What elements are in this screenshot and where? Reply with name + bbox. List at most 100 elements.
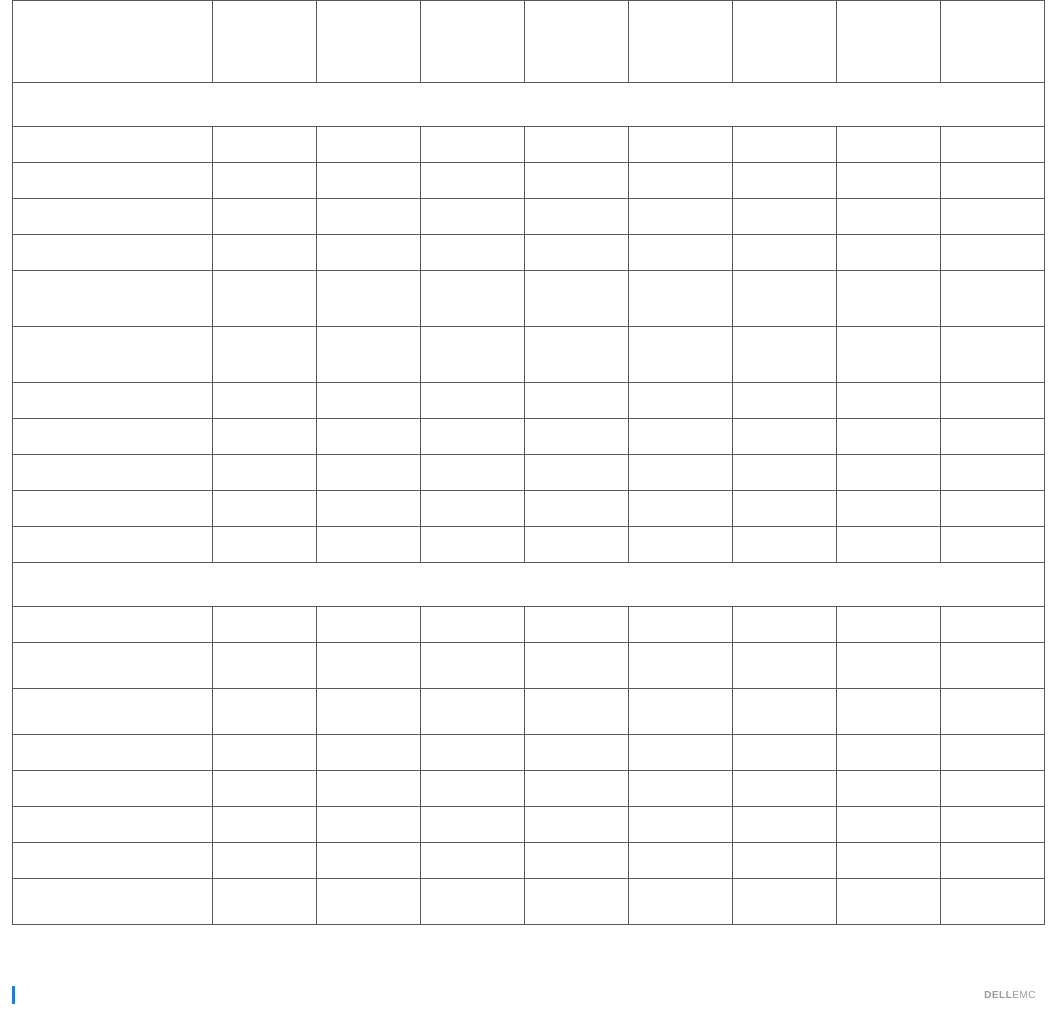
cell bbox=[629, 689, 733, 735]
row-label bbox=[13, 491, 213, 527]
row-label-text bbox=[13, 823, 212, 827]
cell bbox=[317, 527, 421, 563]
cell-text bbox=[941, 751, 1044, 755]
row-label-text bbox=[13, 623, 212, 627]
cell-text bbox=[733, 823, 836, 827]
cell bbox=[837, 843, 941, 879]
cell-text bbox=[941, 900, 1044, 904]
row-label-text bbox=[13, 507, 212, 511]
cell bbox=[837, 735, 941, 771]
cell bbox=[629, 807, 733, 843]
section-title-1-text bbox=[13, 583, 1044, 587]
header-cell-7-text bbox=[837, 40, 940, 44]
cell-text bbox=[733, 399, 836, 403]
cell-text bbox=[525, 664, 628, 668]
cell-text bbox=[733, 215, 836, 219]
cell bbox=[837, 643, 941, 689]
row-label bbox=[13, 879, 213, 925]
cell bbox=[733, 807, 837, 843]
cell bbox=[837, 807, 941, 843]
cell bbox=[733, 235, 837, 271]
cell bbox=[525, 491, 629, 527]
cell bbox=[317, 771, 421, 807]
cell-text bbox=[525, 143, 628, 147]
row-label bbox=[13, 419, 213, 455]
cell-text bbox=[629, 859, 732, 863]
cell bbox=[733, 643, 837, 689]
cell-text bbox=[837, 471, 940, 475]
table-row bbox=[13, 771, 1045, 807]
cell-text bbox=[837, 859, 940, 863]
cell bbox=[421, 163, 525, 199]
cell-text bbox=[317, 353, 420, 357]
row-label bbox=[13, 455, 213, 491]
table-row bbox=[13, 199, 1045, 235]
cell bbox=[213, 643, 317, 689]
cell-text bbox=[837, 823, 940, 827]
cell bbox=[837, 163, 941, 199]
cell bbox=[525, 327, 629, 383]
cell-text bbox=[837, 507, 940, 511]
cell bbox=[421, 455, 525, 491]
cell bbox=[733, 163, 837, 199]
cell bbox=[421, 807, 525, 843]
row-label bbox=[13, 163, 213, 199]
cell bbox=[733, 879, 837, 925]
cell-text bbox=[941, 143, 1044, 147]
cell-text bbox=[317, 435, 420, 439]
cell-text bbox=[317, 710, 420, 714]
cell bbox=[941, 643, 1045, 689]
cell-text bbox=[733, 143, 836, 147]
cell bbox=[941, 735, 1045, 771]
cell bbox=[837, 419, 941, 455]
cell bbox=[525, 455, 629, 491]
cell-text bbox=[837, 435, 940, 439]
brand-primary: DELL bbox=[984, 990, 1012, 1001]
header-cell-2-text bbox=[317, 40, 420, 44]
cell-text bbox=[213, 900, 316, 904]
row-label bbox=[13, 383, 213, 419]
table-row bbox=[13, 235, 1045, 271]
cell-text bbox=[733, 507, 836, 511]
cell-text bbox=[525, 543, 628, 547]
cell bbox=[629, 491, 733, 527]
cell-text bbox=[837, 297, 940, 301]
cell-text bbox=[733, 900, 836, 904]
cell bbox=[525, 383, 629, 419]
cell bbox=[941, 879, 1045, 925]
cell-text bbox=[317, 787, 420, 791]
cell bbox=[317, 643, 421, 689]
cell bbox=[733, 607, 837, 643]
cell-text bbox=[941, 179, 1044, 183]
cell bbox=[213, 879, 317, 925]
cell-text bbox=[213, 823, 316, 827]
cell-text bbox=[213, 143, 316, 147]
cell-text bbox=[317, 664, 420, 668]
header-cell-1-text bbox=[213, 40, 316, 44]
cell bbox=[525, 127, 629, 163]
cell-text bbox=[837, 143, 940, 147]
cell bbox=[213, 491, 317, 527]
row-label-text bbox=[13, 215, 212, 219]
cell bbox=[317, 843, 421, 879]
cell-text bbox=[317, 215, 420, 219]
cell bbox=[941, 271, 1045, 327]
cell bbox=[941, 607, 1045, 643]
cell bbox=[213, 235, 317, 271]
cell-text bbox=[525, 399, 628, 403]
cell bbox=[213, 843, 317, 879]
table-row bbox=[13, 327, 1045, 383]
cell bbox=[733, 689, 837, 735]
cell-text bbox=[525, 710, 628, 714]
cell bbox=[837, 271, 941, 327]
header-cell-2 bbox=[317, 1, 421, 83]
cell bbox=[525, 643, 629, 689]
cell-text bbox=[525, 297, 628, 301]
cell-text bbox=[629, 710, 732, 714]
cell-text bbox=[629, 435, 732, 439]
cell-text bbox=[733, 435, 836, 439]
cell bbox=[213, 607, 317, 643]
row-label-text bbox=[13, 751, 212, 755]
cell bbox=[629, 271, 733, 327]
table-row bbox=[13, 163, 1045, 199]
